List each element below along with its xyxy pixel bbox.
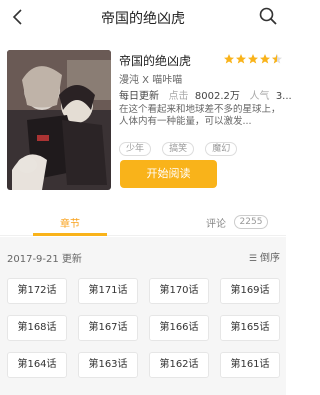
start-reading-button[interactable]: 开始阅读 bbox=[120, 160, 217, 188]
chapter-button[interactable]: 第172话 bbox=[7, 278, 67, 304]
active-tab-indicator bbox=[33, 233, 107, 236]
star-icon bbox=[248, 54, 258, 64]
tag[interactable]: 少年 bbox=[119, 142, 152, 156]
tag[interactable]: 魔幻 bbox=[205, 142, 238, 156]
book-description: 在这个看起来和地球差不多的星球上，人体内有一种能量，可以激发... bbox=[119, 104, 281, 127]
rating-stars bbox=[223, 53, 283, 65]
clicks-label: 点击 bbox=[168, 91, 189, 102]
tag[interactable]: 搞笑 bbox=[162, 142, 195, 156]
book-author[interactable]: 漫沌 X 喵咔喵 bbox=[119, 71, 182, 86]
chapter-button[interactable]: 第161话 bbox=[220, 352, 280, 378]
chapter-button[interactable]: 第164话 bbox=[7, 352, 67, 378]
sort-label: 倒序 bbox=[260, 253, 280, 264]
chapter-button[interactable]: 第166话 bbox=[149, 315, 209, 341]
chapter-button[interactable]: 第165话 bbox=[220, 315, 280, 341]
chapter-button[interactable]: 第168话 bbox=[7, 315, 67, 341]
clicks-value: 8002.2万 bbox=[194, 91, 240, 102]
chapter-button[interactable]: 第169话 bbox=[220, 278, 280, 304]
sort-icon: ☰ bbox=[248, 254, 257, 264]
chapter-button[interactable]: 第171话 bbox=[78, 278, 138, 304]
sort-toggle[interactable]: ☰ 倒序 bbox=[249, 249, 280, 264]
tag-list: 少年 搞笑 魔幻 bbox=[119, 136, 243, 156]
half-star-icon bbox=[272, 54, 282, 64]
chapter-button[interactable]: 第167话 bbox=[78, 315, 138, 341]
book-stats: 每日更新 点击 8002.2万 人气 3... bbox=[119, 87, 292, 102]
star-icon bbox=[224, 54, 234, 64]
page-title: 帝国的绝凶虎 bbox=[101, 11, 185, 27]
chapter-list: 2017-9-21 更新 ☰ 倒序 第172话 第171话 第170话 第169话… bbox=[0, 237, 286, 395]
book-title: 帝国的绝凶虎 bbox=[119, 54, 192, 68]
star-icon bbox=[260, 54, 270, 64]
popularity-label: 人气 bbox=[249, 91, 270, 102]
popularity-value: 3... bbox=[275, 91, 292, 102]
tab-bar: 章节 评论 2255 bbox=[0, 206, 286, 236]
chapter-button[interactable]: 第163话 bbox=[78, 352, 138, 378]
update-date: 2017-9-21 更新 bbox=[7, 254, 82, 265]
search-icon[interactable] bbox=[258, 6, 278, 26]
update-frequency: 每日更新 bbox=[119, 91, 159, 102]
star-icon bbox=[236, 54, 246, 64]
back-arrow-icon[interactable] bbox=[8, 7, 28, 27]
tab-comments[interactable]: 评论 bbox=[206, 215, 226, 230]
chapter-button[interactable]: 第170话 bbox=[149, 278, 209, 304]
comment-count-badge: 2255 bbox=[234, 215, 268, 229]
chapter-button[interactable]: 第162话 bbox=[149, 352, 209, 378]
book-cover-image bbox=[7, 50, 111, 190]
top-bar: 帝国的绝凶虎 bbox=[0, 0, 286, 34]
tab-chapters[interactable]: 章节 bbox=[33, 215, 107, 230]
